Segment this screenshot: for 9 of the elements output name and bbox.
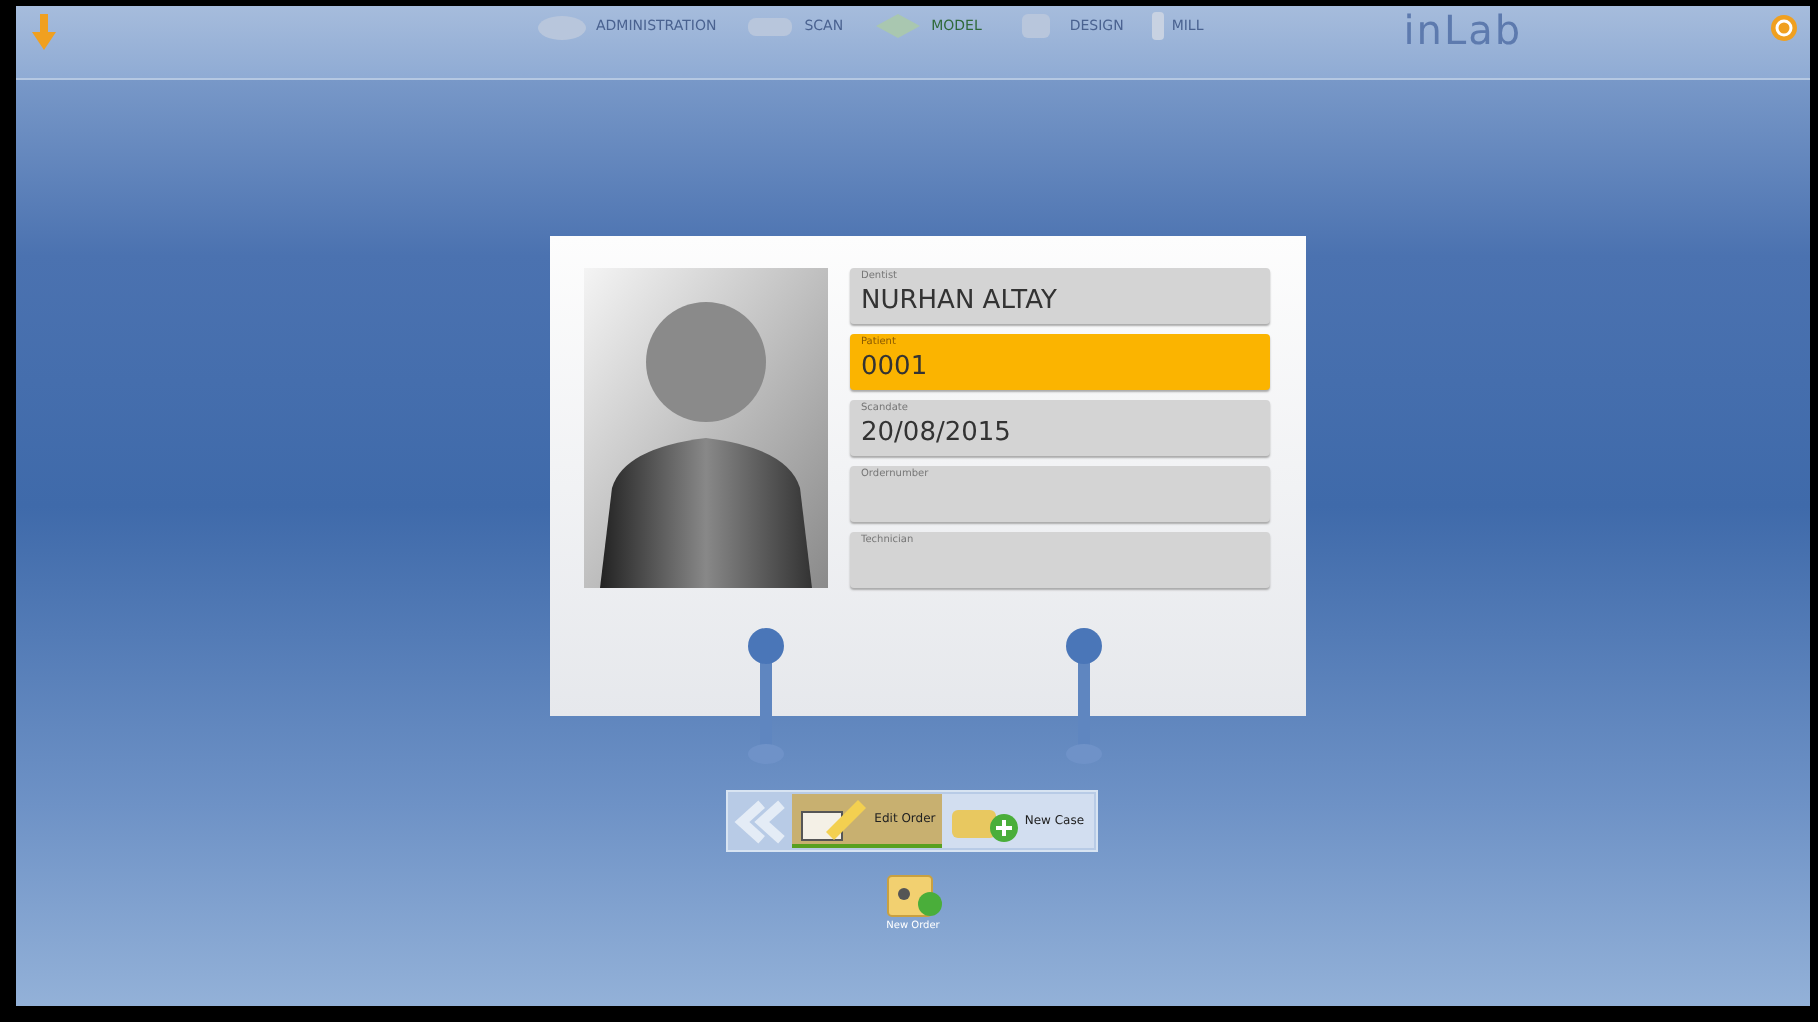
person-silhouette-icon (583, 268, 827, 588)
bar-icon (1151, 12, 1164, 40)
peg-drawing (1064, 626, 1104, 766)
peg-drawing (746, 626, 786, 766)
down-arrow-icon[interactable] (32, 14, 56, 50)
diamond-icon (871, 10, 924, 42)
logo-text: inLab (1403, 6, 1523, 54)
double-chevron-icon[interactable] (733, 799, 789, 843)
pencil-card-icon (798, 795, 871, 843)
